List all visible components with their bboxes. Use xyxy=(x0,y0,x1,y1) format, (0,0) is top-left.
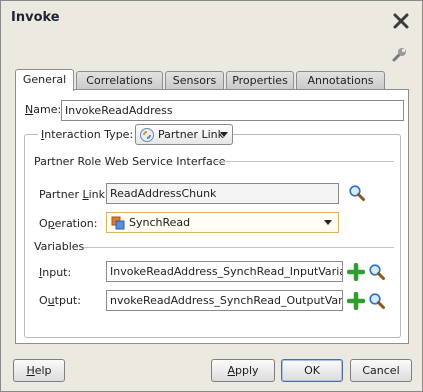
operation-dropdown[interactable]: SynchRead xyxy=(106,212,339,233)
operation-icon xyxy=(111,216,125,230)
partner-link-field[interactable]: ReadAddressChunk xyxy=(106,183,339,204)
wrench-icon[interactable] xyxy=(390,46,408,64)
tab-general[interactable]: General xyxy=(15,69,74,91)
search-icon[interactable] xyxy=(348,184,366,202)
name-label: Name: xyxy=(25,103,62,116)
partner-link-icon xyxy=(140,128,154,142)
chevron-down-icon xyxy=(220,132,228,137)
partner-role-divider xyxy=(214,161,394,162)
help-button[interactable]: Help xyxy=(13,359,65,382)
dialog-title: Invoke xyxy=(11,10,60,25)
interaction-type-value: Partner Link xyxy=(158,128,224,141)
interaction-type-label: Interaction Type: xyxy=(38,128,137,141)
search-icon[interactable] xyxy=(368,263,386,281)
partner-role-heading: Partner Role Web Service Interface xyxy=(34,155,226,168)
operation-label: Operation: xyxy=(39,217,98,230)
output-label: Output: xyxy=(39,294,81,307)
name-field[interactable]: InvokeReadAddress xyxy=(61,100,404,121)
cancel-button[interactable]: Cancel xyxy=(350,359,412,382)
input-variable-field[interactable]: InvokeReadAddress_SynchRead_InputVariabl… xyxy=(106,261,343,282)
interaction-type-dropdown[interactable]: Partner Link xyxy=(135,124,233,145)
tab-correlations[interactable]: Correlations xyxy=(76,71,163,90)
output-variable-field[interactable]: nvokeReadAddress_SynchRead_OutputVariabl… xyxy=(106,290,343,311)
apply-button[interactable]: Apply xyxy=(211,359,275,382)
partner-link-label: Partner Link: xyxy=(39,188,109,201)
chevron-down-icon xyxy=(324,220,332,225)
general-panel: Name: InvokeReadAddress Interaction Type… xyxy=(15,89,409,344)
search-icon[interactable] xyxy=(368,292,386,310)
tab-annotations[interactable]: Annotations xyxy=(296,71,385,90)
variables-heading: Variables xyxy=(34,240,85,253)
input-label: Input: xyxy=(39,266,72,279)
close-icon[interactable] xyxy=(392,12,410,30)
add-icon[interactable] xyxy=(347,292,365,310)
invoke-dialog: Invoke General Correlations Sensors Prop… xyxy=(0,0,423,392)
tab-sensors[interactable]: Sensors xyxy=(165,71,224,90)
tab-properties[interactable]: Properties xyxy=(226,71,294,90)
add-icon[interactable] xyxy=(347,263,365,281)
ok-button[interactable]: OK xyxy=(281,359,343,382)
variables-divider xyxy=(84,247,394,248)
operation-value: SynchRead xyxy=(129,216,191,229)
